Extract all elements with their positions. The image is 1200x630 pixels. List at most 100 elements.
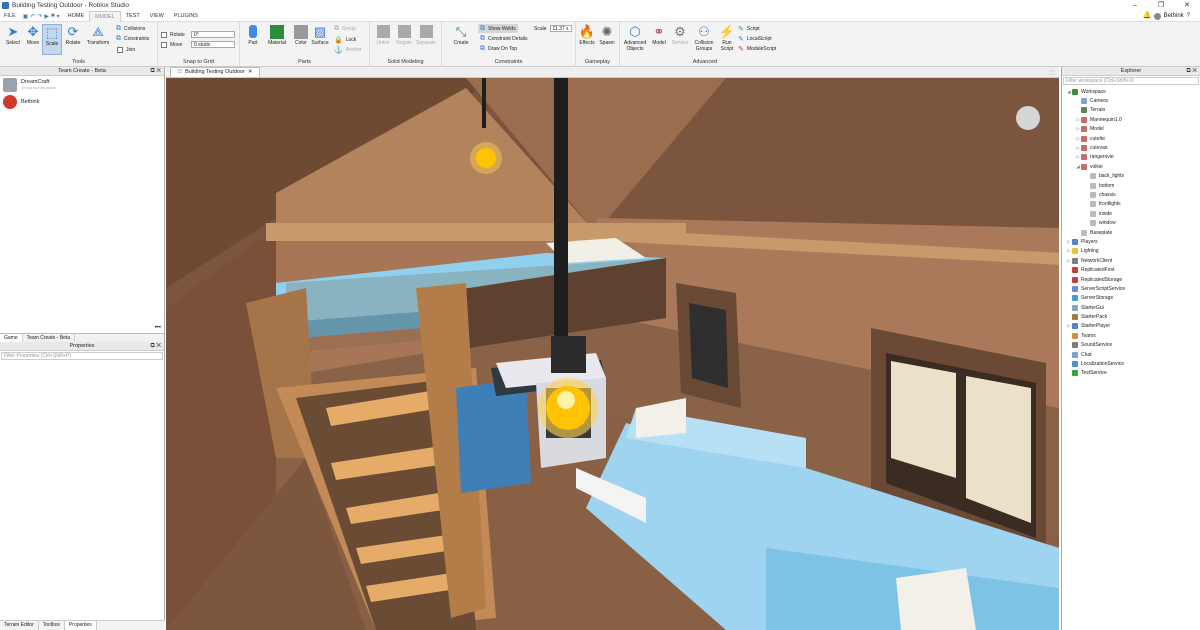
create-constraint-button[interactable]: ⤡ Create — [450, 24, 472, 47]
explorer-item[interactable]: ▷ Mannequin1.0 — [1062, 115, 1200, 124]
rotate-snap-input[interactable]: 0° — [191, 31, 235, 38]
explorer-item[interactable]: ◢ Workspace — [1062, 87, 1200, 96]
explorer-item[interactable]: Teams — [1062, 331, 1200, 340]
move-tool-button[interactable]: ✥ Move — [22, 24, 44, 47]
redo-icon[interactable]: ↷ — [37, 13, 42, 20]
rotate-tool-button[interactable]: ⟳ Rotate — [62, 24, 84, 47]
explorer-item[interactable]: ▷ StarterPlayer — [1062, 322, 1200, 331]
notification-icon[interactable]: 🔔 — [1143, 12, 1152, 20]
undo-icon[interactable]: ↶ — [30, 13, 35, 20]
dropdown-icon[interactable]: ▾ — [57, 13, 60, 20]
explorer-item[interactable]: ▷ NetworkClient — [1062, 256, 1200, 265]
explorer-item[interactable]: frontlights — [1062, 200, 1200, 209]
show-welds-toggle[interactable]: ⧉ Show Welds — [478, 24, 518, 33]
effects-button[interactable]: 🔥 Effects — [576, 24, 598, 47]
tab-terrain-editor[interactable]: Terrain Editor — [0, 621, 39, 630]
constraint-details-toggle[interactable]: ⧉ Constraint Details — [480, 34, 527, 43]
scale-input[interactable]: 11.37 s — [549, 25, 572, 32]
explorer-item[interactable]: Baseplate — [1062, 228, 1200, 237]
tab-plugins[interactable]: PLUGINS — [169, 11, 203, 22]
rotate-snap-checkbox[interactable] — [161, 31, 167, 38]
file-menu[interactable]: FILE — [0, 13, 20, 19]
panel-close-icon[interactable]: ⧉ ✕ — [150, 67, 161, 76]
help-icon[interactable]: ? — [1187, 13, 1190, 19]
tab-home[interactable]: HOME — [63, 11, 90, 22]
stop-icon[interactable]: ■ — [51, 13, 55, 20]
collisions-toggle[interactable]: ⧉ Collisions — [116, 24, 145, 33]
spawn-button[interactable]: ✺ Spawn — [596, 24, 618, 47]
explorer-item[interactable]: inside — [1062, 209, 1200, 218]
avatar[interactable] — [1153, 12, 1161, 20]
maximize-viewport-icon[interactable]: ⬚ — [1049, 69, 1055, 76]
negate-button[interactable]: Negate — [393, 24, 415, 46]
panel-close-icon[interactable]: ⧉ ✕ — [150, 342, 161, 351]
explorer-item[interactable]: LocalizationService — [1062, 359, 1200, 368]
scale-tool-button[interactable]: ⬚ Scale — [42, 24, 62, 55]
document-tab[interactable]: ⛫ Building Testing Outdoor ✕ — [170, 67, 260, 77]
material-button[interactable]: Material — [266, 24, 288, 46]
explorer-item[interactable]: ReplicatedFirst — [1062, 265, 1200, 274]
tab-game[interactable]: Game — [0, 334, 23, 342]
run-script-button[interactable]: ⚡ Run Script — [716, 24, 738, 53]
more-options-icon[interactable]: ••• — [0, 325, 164, 333]
3d-viewport[interactable] — [166, 78, 1059, 630]
save-icon[interactable]: ▣ — [23, 13, 29, 20]
explorer-item[interactable]: StarterPack — [1062, 312, 1200, 321]
explorer-item[interactable]: ServerScriptService — [1062, 284, 1200, 293]
union-button[interactable]: Union — [372, 24, 394, 46]
separate-button[interactable]: Separate — [415, 24, 437, 46]
service-button[interactable]: ⚙ Service — [669, 24, 691, 47]
explorer-item[interactable]: ▷ cutevan — [1062, 143, 1200, 152]
minimize-button[interactable]: ‒ — [1122, 0, 1148, 11]
filter-properties-input[interactable]: Filter Properties (Ctrl+Shift+P) — [1, 352, 163, 360]
collision-groups-button[interactable]: ⚇ Collision Groups — [692, 24, 716, 53]
explorer-item[interactable]: ◢ volkie — [1062, 162, 1200, 171]
join-checkbox[interactable]: Join — [117, 45, 135, 54]
team-member-row[interactable]: DreamCraft Group owned place — [0, 76, 164, 93]
select-tool-button[interactable]: ➤ Select — [2, 24, 24, 47]
tab-team-create[interactable]: Team Create - Beta — [23, 334, 75, 342]
explorer-item[interactable]: Chat — [1062, 350, 1200, 359]
move-snap-checkbox[interactable] — [161, 41, 167, 48]
explorer-item[interactable]: ▷ Lighting — [1062, 247, 1200, 256]
explorer-item[interactable]: back_lights — [1062, 172, 1200, 181]
explorer-item[interactable]: ReplicatedStorage — [1062, 275, 1200, 284]
explorer-item[interactable]: ▷ cutette — [1062, 134, 1200, 143]
group-button[interactable]: ⧉ Group — [334, 24, 356, 33]
script-button[interactable]: ✎ Script — [738, 24, 760, 33]
play-icon[interactable]: ▶ — [44, 13, 49, 20]
explorer-item[interactable]: TestService — [1062, 369, 1200, 378]
explorer-item[interactable]: ▷ Model — [1062, 125, 1200, 134]
explorer-item[interactable]: SoundService — [1062, 341, 1200, 350]
draw-on-top-toggle[interactable]: ⧉ Draw On Top — [480, 44, 517, 53]
tab-model[interactable]: MODEL — [89, 10, 121, 22]
local-script-button[interactable]: ✎ LocalScript — [738, 34, 772, 43]
tab-properties[interactable]: Properties — [64, 621, 97, 630]
model-button[interactable]: ⚭ Model — [648, 24, 670, 47]
module-script-button[interactable]: ✎ ModuleScript — [738, 44, 776, 53]
explorer-item[interactable]: StarterGui — [1062, 303, 1200, 312]
transform-tool-button[interactable]: ⟁ Transform — [84, 24, 112, 47]
tab-test[interactable]: TEST — [121, 11, 145, 22]
advanced-objects-button[interactable]: ⬡ Advanced Objects — [622, 24, 648, 53]
constraints-toggle[interactable]: ⧉ Constraints — [116, 34, 149, 43]
explorer-item[interactable]: bottom — [1062, 181, 1200, 190]
surface-button[interactable]: ▨ Surface — [309, 24, 331, 47]
explorer-item[interactable]: Camera — [1062, 96, 1200, 105]
close-button[interactable]: ✕ — [1174, 0, 1200, 11]
filter-workspace-input[interactable]: Filter workspace (Ctrl+Shift+X) — [1063, 77, 1199, 85]
user-name[interactable]: Bethink — [1164, 13, 1184, 19]
explorer-item[interactable]: ▷ rangerovie — [1062, 153, 1200, 162]
lock-button[interactable]: 🔒 Lock — [334, 35, 356, 44]
panel-close-icon[interactable]: ⧉ ✕ — [1186, 67, 1197, 76]
explorer-item[interactable]: chassis — [1062, 190, 1200, 199]
tab-view[interactable]: VIEW — [145, 11, 169, 22]
part-button[interactable]: Part — [242, 24, 264, 46]
checkbox[interactable] — [117, 46, 123, 53]
maximize-button[interactable]: ❐ — [1148, 0, 1174, 11]
explorer-item[interactable]: Terrain — [1062, 106, 1200, 115]
tab-toolbox[interactable]: Toolbox — [39, 621, 65, 630]
explorer-item[interactable]: window — [1062, 218, 1200, 227]
anchor-button[interactable]: ⚓ Anchor — [334, 45, 362, 54]
team-member-row[interactable]: Bethink — [0, 93, 164, 110]
